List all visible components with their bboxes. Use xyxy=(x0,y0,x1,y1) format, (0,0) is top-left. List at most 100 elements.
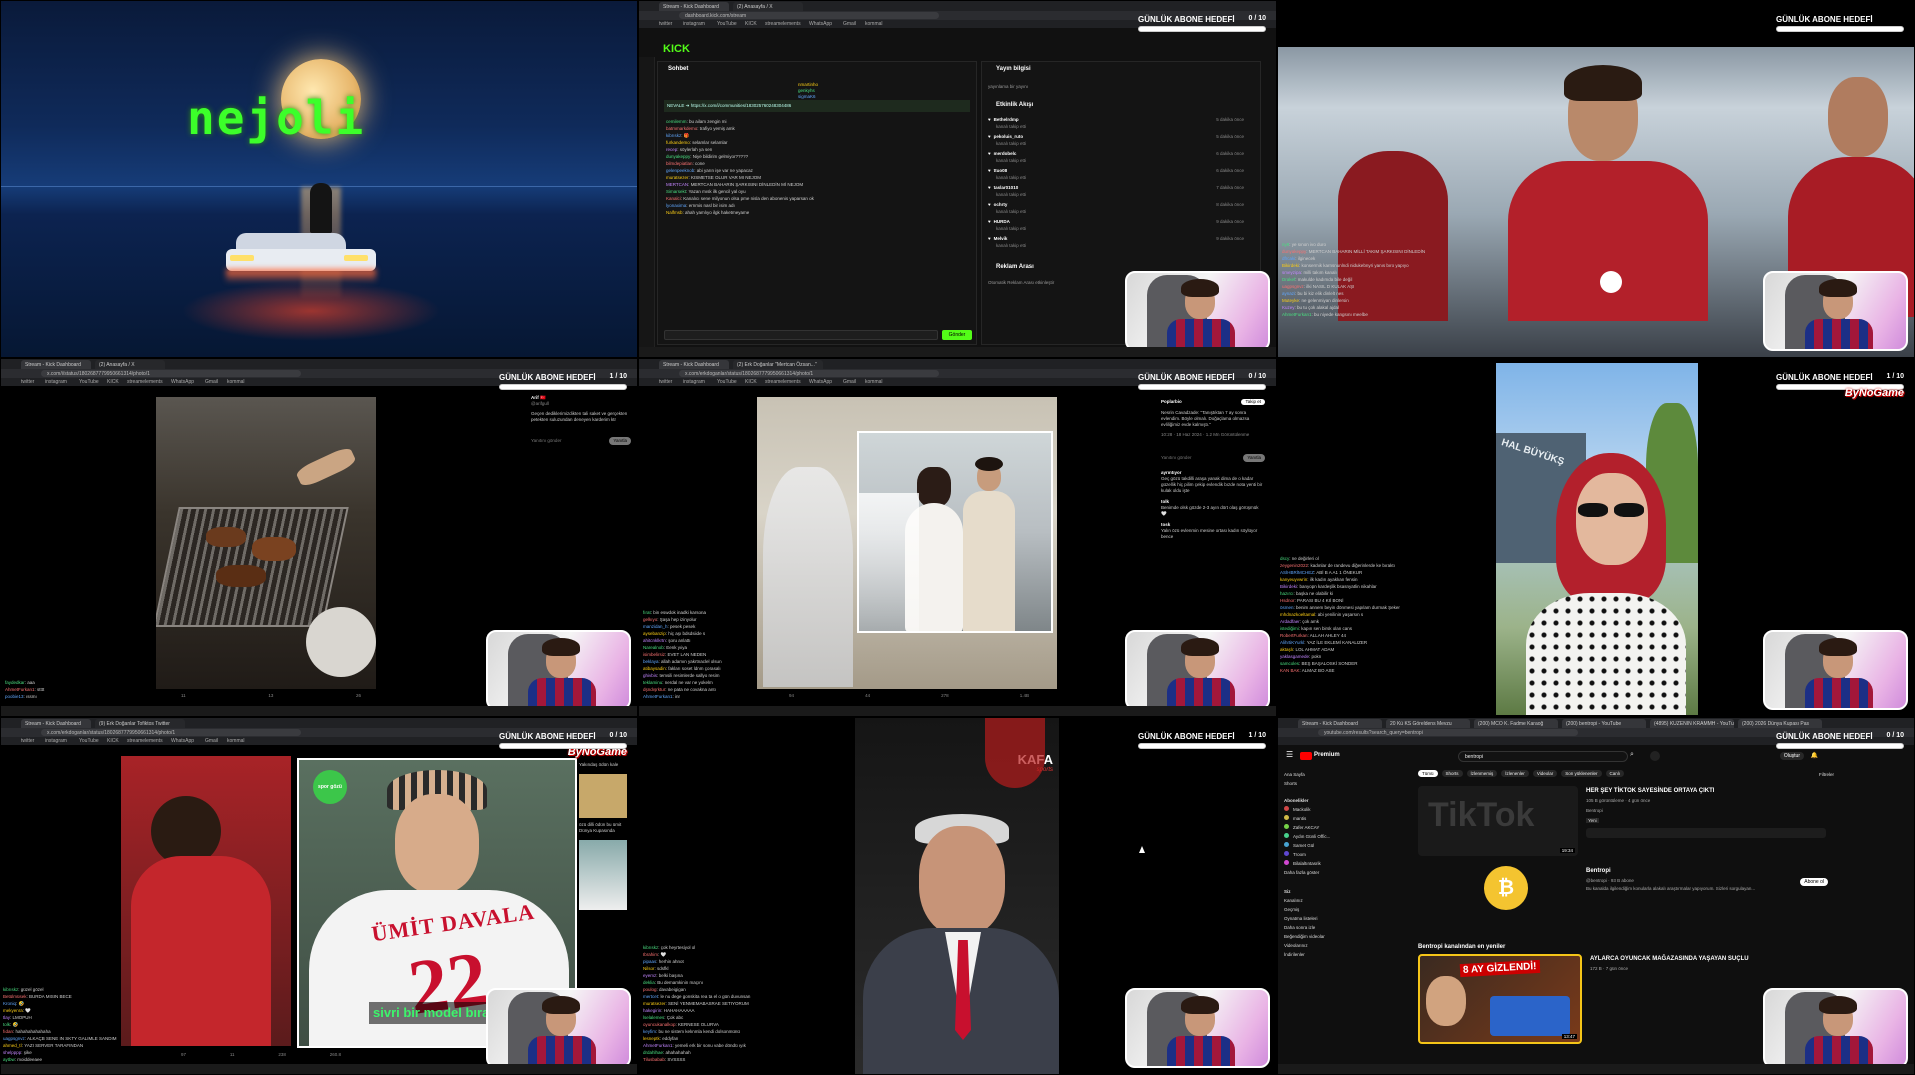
chat-username[interactable]: RobertFurkan xyxy=(1280,633,1308,638)
chat-username[interactable]: bilmdepiatlan xyxy=(666,161,693,166)
chat-username[interactable]: smeyzipa xyxy=(1282,270,1301,275)
bookmark-item[interactable]: instagram xyxy=(45,738,67,744)
browser-tab[interactable]: (200) 2026 Dünya Kupası Pas xyxy=(1738,719,1822,728)
chat-username[interactable]: lselalemes xyxy=(643,1015,664,1020)
bookmark-item[interactable]: streamelements xyxy=(127,379,163,385)
chat-username[interactable]: mekyenra xyxy=(3,1008,23,1013)
chat-username[interactable]: oyuncukanalkop xyxy=(643,1022,676,1027)
video-channel[interactable]: Bentropi xyxy=(1586,808,1603,813)
chat-username[interactable]: Nilsor xyxy=(643,966,655,971)
chat-username[interactable]: Drakef xyxy=(1282,277,1295,282)
activity-user[interactable]: ochrty xyxy=(994,202,1008,207)
chat-username[interactable]: batmmarkdemo xyxy=(666,126,697,131)
activity-user[interactable]: HURDA xyxy=(994,219,1010,224)
retweet-count[interactable]: 13 xyxy=(268,693,273,698)
interview-video[interactable]: KAFA sports xyxy=(855,718,1059,1074)
browser-tab[interactable]: (2) Anasayfa / X xyxy=(733,2,803,11)
chat-username[interactable]: dşndışrktur xyxy=(643,687,665,692)
activity-item[interactable]: ♥ Melvik kanalı takip etti 9 dakika önce xyxy=(988,235,1244,252)
chat-username[interactable]: Hsdnor xyxy=(1280,598,1295,603)
chat-username[interactable]: Tilusbabab xyxy=(643,1057,665,1062)
ad-toggle-text[interactable]: Otomatik Reklam Arası etkinleştir xyxy=(988,280,1054,285)
chat-username[interactable]: dfrcaki xyxy=(1282,256,1295,261)
chat-username[interactable]: eyemz xyxy=(643,973,656,978)
reply-item[interactable]: ayrıntıyor Geç gözü takdilli araşa yanak … xyxy=(1161,470,1265,494)
bookmark-item[interactable]: twitter xyxy=(21,379,34,385)
chat-username[interactable]: muratsezer xyxy=(643,1001,666,1006)
bookmark-item[interactable]: instagram xyxy=(683,21,705,27)
chat-username[interactable]: Muteyke xyxy=(1282,298,1299,303)
chat-username[interactable]: muratsezer xyxy=(666,175,689,180)
reply-button[interactable]: Yanıtla xyxy=(609,437,631,445)
menu-icon[interactable]: ☰ xyxy=(1286,750,1293,759)
subscribe-button[interactable]: Abone ol xyxy=(1800,878,1828,886)
chat-username[interactable]: ahitcnklkrtn xyxy=(643,638,666,643)
subscription-item[interactable]: Mackolik xyxy=(1284,805,1364,814)
reply-count[interactable]: 97 xyxy=(181,1052,186,1057)
bookmark-item[interactable]: instagram xyxy=(45,379,67,385)
subscription-item[interactable]: Troom xyxy=(1284,850,1364,859)
chat-username[interactable]: manzidan_h xyxy=(643,624,668,629)
reply-count[interactable]: 94 xyxy=(789,693,794,698)
bookmark-item[interactable]: KICK xyxy=(745,21,757,27)
chat-username[interactable]: faydedkar xyxy=(5,680,25,685)
grill-photo[interactable] xyxy=(156,397,376,689)
retweet-count[interactable]: 44 xyxy=(865,693,870,698)
chat-username[interactable]: Kanalci xyxy=(666,196,681,201)
subscription-item[interactable]: Samet Gül xyxy=(1284,841,1364,850)
chat-username[interactable]: fıdan xyxy=(3,1029,13,1034)
bookmark-item[interactable]: Gmail xyxy=(843,379,856,385)
activity-user[interactable]: taslar01010 xyxy=(994,185,1019,190)
activity-user[interactable]: merdobelc xyxy=(994,151,1017,156)
chat-username[interactable]: aysebanzip xyxy=(643,631,666,636)
chat-username[interactable]: KAN BAK xyxy=(1280,668,1300,673)
chat-username[interactable]: keyfim xyxy=(643,1029,656,1034)
activity-item[interactable]: ♥ ttuo08 kanalı takip etti 6 dakika önce xyxy=(988,167,1244,184)
chat-username[interactable]: Kuzey xyxy=(1282,305,1295,310)
reply-box[interactable]: Yanıtını gönder Yanıtla xyxy=(531,437,631,445)
like-count[interactable]: 238 xyxy=(278,1052,286,1057)
bookmark-item[interactable]: YouTube xyxy=(717,21,737,27)
bookmark-item[interactable]: kommal xyxy=(227,738,245,744)
more-dropdown[interactable] xyxy=(1586,828,1826,838)
chat-username[interactable]: Ibrahim xyxy=(643,952,658,957)
filter-chip[interactable]: İzlenenler xyxy=(1501,770,1529,777)
chat-username[interactable]: aytbw xyxy=(3,1057,15,1062)
chat-username[interactable]: isimbelirsiz xyxy=(643,652,665,657)
chat-username[interactable]: istediğimi xyxy=(1280,626,1299,631)
chat-username[interactable]: Betülmüsek xyxy=(3,994,27,999)
chat-username[interactable]: cemilemm xyxy=(666,119,687,124)
activity-user[interactable]: Bethelrdmp xyxy=(994,117,1019,122)
view-count[interactable]: 1.4B xyxy=(1020,693,1029,698)
chat-username[interactable]: mhdnazkoeltamal xyxy=(1280,612,1315,617)
chat-username[interactable]: ASİHBRİMCHEZ xyxy=(1280,570,1314,575)
chat-username[interactable]: dunyakeppy xyxy=(1282,249,1306,254)
show-more-link[interactable]: Daha fazla göster xyxy=(1284,868,1364,877)
browser-tab[interactable]: (2) Erk Doğanlar "Mertcan Özsan..." xyxy=(733,360,823,369)
like-count[interactable]: 26 xyxy=(356,693,361,698)
activity-item[interactable]: ♥ ochrty kanalı takip etti 8 dakika önce xyxy=(988,201,1244,218)
browser-tab[interactable]: (200) MCO K. Fadme Karaoğ xyxy=(1474,719,1558,728)
bookmark-item[interactable]: KICK xyxy=(107,738,119,744)
reply-box[interactable]: Yanıtını gönder Yanıtla xyxy=(1161,454,1265,462)
bookmark-item[interactable]: Gmail xyxy=(843,21,856,27)
chat-username[interactable]: dunyakeppy xyxy=(666,154,690,159)
chat-username[interactable]: Narealnob xyxy=(643,645,664,650)
like-count[interactable]: 278 xyxy=(941,693,949,698)
reply-count[interactable]: 11 xyxy=(181,693,186,698)
chat-username[interactable]: MERTCAN xyxy=(666,182,688,187)
video-thumbnail[interactable]: TikTok 19:34 xyxy=(1418,786,1578,856)
bookmark-item[interactable]: streamelements xyxy=(765,379,801,385)
reply-item[interactable]: tolk Benimde olsk gözde 2-3 ayın dört ola… xyxy=(1161,499,1265,517)
subscription-item[interactable]: Aydın Günli Offic... xyxy=(1284,832,1364,841)
chat-username[interactable]: gelkıyo xyxy=(643,617,657,622)
chat-username[interactable]: tolk xyxy=(3,1022,10,1027)
browser-tab[interactable]: Stream - Kick Dashboard xyxy=(1298,719,1382,728)
you-item[interactable]: İndirilenler xyxy=(1284,950,1364,959)
chat-username[interactable]: kanyeuyvwrin xyxy=(1280,577,1307,582)
address-bar[interactable]: x.com/i/status/1802687779950661314/photo… xyxy=(41,370,301,377)
subscription-item[interactable]: mantis xyxy=(1284,814,1364,823)
browser-tab[interactable]: 20 Kü KS Göreldens Mevzu xyxy=(1386,719,1470,728)
mic-icon[interactable] xyxy=(1650,751,1660,761)
you-item[interactable]: Kanalınız xyxy=(1284,896,1364,905)
